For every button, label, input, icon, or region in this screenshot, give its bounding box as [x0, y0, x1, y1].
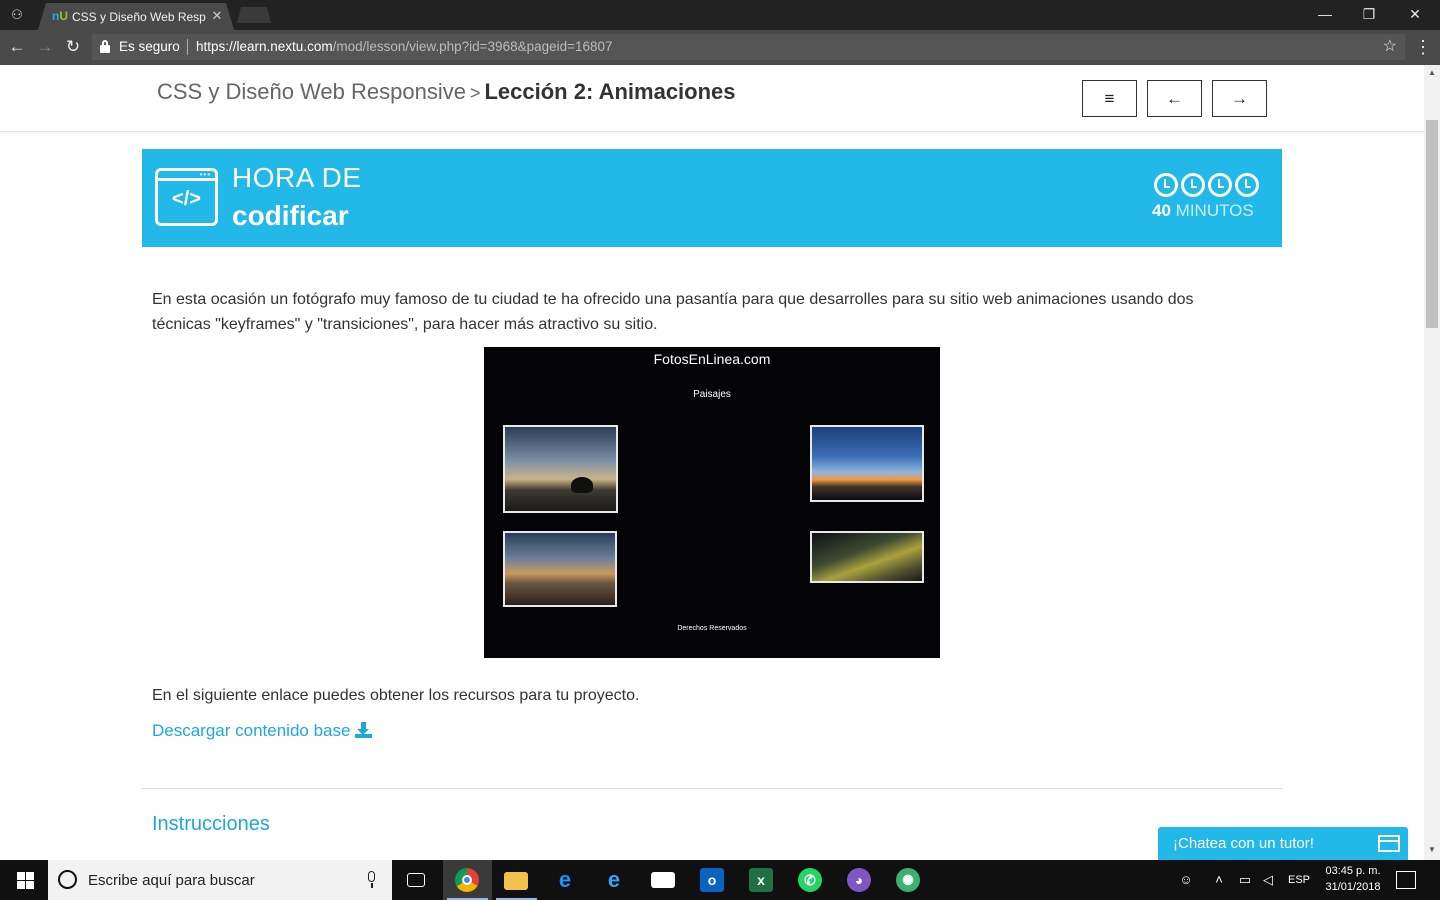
bookmark-star-icon[interactable]: ☆ [1383, 37, 1397, 57]
maximize-button[interactable]: ❐ [1346, 0, 1392, 30]
internet-explorer-icon[interactable]: e [590, 860, 639, 900]
section-divider [142, 788, 1282, 789]
clock-time: 03:45 p. m. [1325, 865, 1381, 877]
address-bar[interactable]: Es seguro https://learn.nextu.com/mod/le… [92, 34, 1405, 60]
clock-date: 31/01/2018 [1325, 881, 1381, 893]
chat-tutor-widget[interactable]: ¡Chatea con un tutor! [1158, 827, 1408, 860]
volume-icon[interactable]: ◁ [1258, 872, 1278, 888]
landscape-photo-1 [503, 425, 618, 513]
banner-title-line1: HORA DE [232, 162, 362, 193]
nextu-favicon-icon: nU [52, 9, 69, 23]
resources-paragraph: En el siguiente enlace puedes obtener lo… [152, 687, 640, 704]
chat-window-icon[interactable] [1378, 835, 1400, 852]
taskbar-clock[interactable]: 03:45 p. m. 31/01/2018 [1318, 863, 1388, 895]
preview-subtitle: Paisajes [693, 389, 731, 400]
lesson-header: CSS y Diseño Web Responsive > Lección 2: A… [0, 65, 1424, 132]
cortana-icon [58, 870, 77, 889]
lock-icon [100, 40, 110, 53]
url-text[interactable]: https://learn.nextu.com/mod/lesson/view.… [196, 39, 613, 55]
scroll-up-icon[interactable]: ▲ [1424, 67, 1440, 79]
duration-label: 40 MINUTOS [1152, 201, 1254, 221]
instructions-heading[interactable]: Instrucciones [152, 811, 270, 837]
next-page-button[interactable]: → [1212, 80, 1267, 117]
coding-time-banner: ••• </> HORA DE codificar 40 MINUTOS [142, 149, 1282, 247]
excel-icon[interactable]: x [737, 860, 786, 900]
tray-expand-icon[interactable]: ˄ [1212, 872, 1226, 888]
new-tab-button[interactable] [237, 7, 271, 23]
breadcrumb: CSS y Diseño Web Responsive > Lección 2: A… [157, 78, 736, 107]
url-host: https://learn.nextu.com [196, 39, 333, 54]
page-scrollbar[interactable]: ▲ ▼ [1424, 65, 1440, 860]
scroll-down-icon[interactable]: ▼ [1424, 844, 1440, 856]
notifications-icon[interactable] [1396, 871, 1416, 889]
lesson-page: CSS y Diseño Web Responsive > Lección 2: A… [0, 65, 1424, 860]
close-window-button[interactable]: ✕ [1392, 0, 1438, 30]
edge-icon[interactable]: e [541, 860, 590, 900]
whatsapp-icon[interactable]: ✆ [786, 860, 835, 900]
task-view-icon[interactable] [392, 860, 441, 900]
download-icon[interactable] [355, 722, 372, 739]
duration-unit: MINUTOS [1175, 201, 1254, 220]
landscape-photo-3 [503, 531, 617, 607]
banner-title-line2: codificar [232, 200, 349, 231]
browser-titlebar: ⚇ nU CSS y Diseño Web Responsive ✕ — ❐ ✕ [0, 0, 1440, 30]
lesson-menu-button[interactable]: ≡ [1082, 80, 1137, 117]
language-indicator[interactable]: ESP [1288, 872, 1310, 888]
scroll-thumb[interactable] [1426, 120, 1438, 328]
reload-button[interactable]: ↻ [60, 34, 86, 60]
duration-value: 40 [1152, 201, 1171, 220]
incognito-icon: ⚇ [11, 7, 23, 22]
preview-footer: Derechos Reservados [677, 625, 747, 632]
people-icon[interactable]: ☺ [1176, 872, 1196, 888]
download-base-content-link[interactable]: Descargar contenido base [152, 720, 350, 742]
outlook-icon[interactable]: o [688, 860, 737, 900]
mail-icon[interactable] [639, 860, 688, 900]
tab-title: CSS y Diseño Web Responsive [72, 10, 206, 24]
taskbar-search-placeholder: Escribe aquí para buscar [88, 872, 255, 889]
code-window-icon: ••• </> [155, 168, 218, 226]
secure-label: Es seguro [119, 39, 180, 54]
landscape-photo-2 [810, 425, 924, 502]
network-icon[interactable]: ▭ [1236, 872, 1254, 888]
back-button[interactable]: ← [4, 34, 30, 60]
project-preview-image: FotosEnLinea.com Paisajes Derechos Reser… [484, 347, 940, 658]
minimize-button[interactable]: — [1302, 0, 1348, 30]
landscape-photo-4 [810, 531, 924, 583]
chat-tutor-label: ¡Chatea con un tutor! [1173, 835, 1314, 852]
windows-taskbar: Escribe aquí para buscar e e o x ✆ ◕ ✺ ☺… [0, 860, 1440, 900]
chrome-taskbar-icon[interactable] [443, 860, 492, 900]
breadcrumb-course[interactable]: CSS y Diseño Web Responsive [157, 79, 466, 104]
browser-toolbar: ← → ↻ Es seguro https://learn.nextu.com/… [0, 30, 1440, 65]
breadcrumb-separator: > [469, 83, 481, 103]
url-path: /mod/lesson/view.php?id=3968&pageid=1680… [332, 39, 613, 54]
browser-tab[interactable]: nU CSS y Diseño Web Responsive ✕ [38, 3, 234, 30]
tab-close-icon[interactable]: ✕ [210, 7, 224, 25]
app-cat-icon[interactable]: ◕ [835, 860, 884, 900]
browser-menu-icon[interactable]: ⋮ [1413, 34, 1433, 60]
forward-button[interactable]: → [32, 34, 58, 60]
windows-start-icon[interactable] [0, 860, 48, 900]
previous-page-button[interactable]: ← [1147, 80, 1202, 117]
microphone-icon[interactable] [366, 871, 376, 889]
preview-site-title: FotosEnLinea.com [653, 351, 771, 367]
taskbar-search-box[interactable]: Escribe aquí para buscar [48, 860, 392, 900]
clocks-icon [1154, 173, 1264, 199]
breadcrumb-lesson: Lección 2: Animaciones [484, 79, 736, 104]
app-globe-icon[interactable]: ✺ [884, 860, 933, 900]
omnibox-separator [187, 39, 188, 55]
intro-paragraph: En esta ocasión un fotógrafo muy famoso … [152, 291, 1194, 333]
file-explorer-icon[interactable] [492, 860, 541, 900]
